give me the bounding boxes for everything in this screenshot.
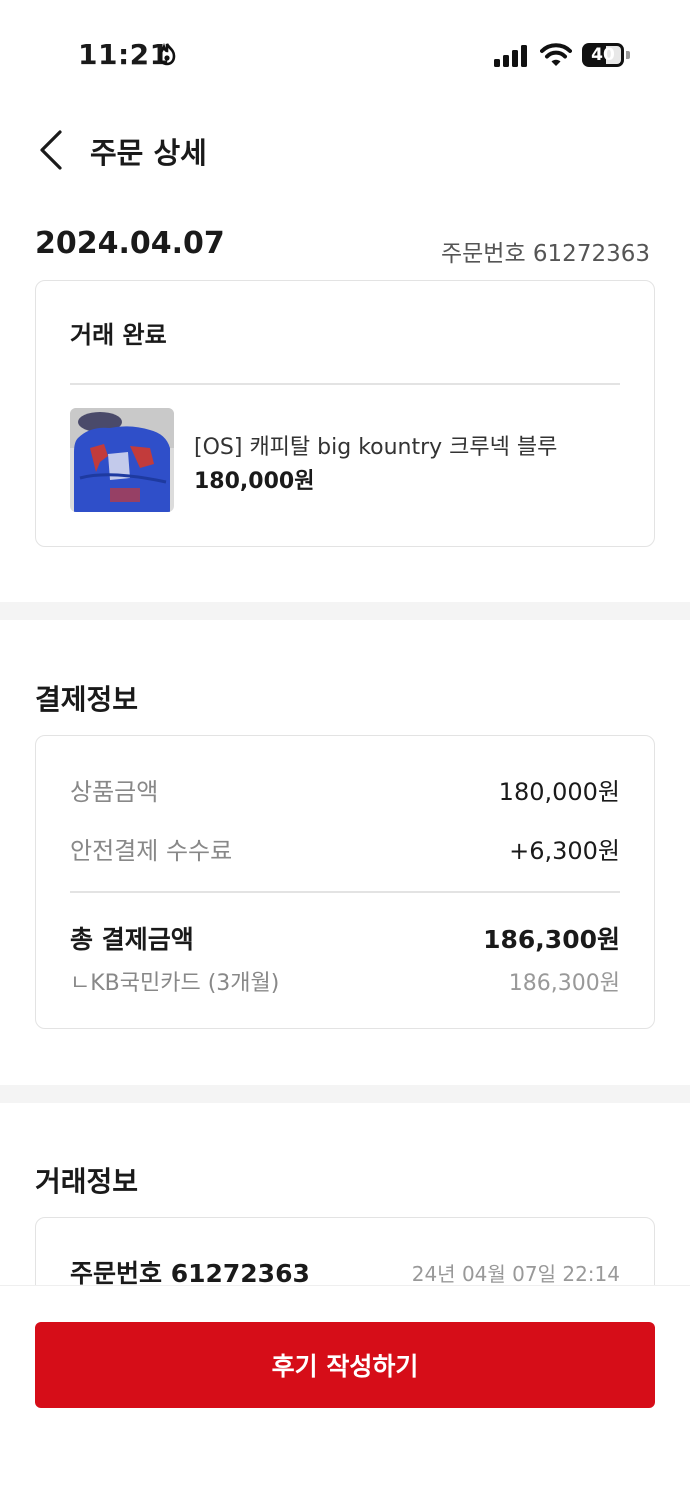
total-row: 총 결제금액 186,300원 xyxy=(70,920,620,956)
bottom-action-bar: 후기 작성하기 xyxy=(0,1285,690,1500)
divider xyxy=(70,383,620,385)
fee-label: 안전결제 수수료 xyxy=(70,837,233,865)
product-image[interactable] xyxy=(70,408,174,512)
order-number: 주문번호 61272363 xyxy=(440,241,650,267)
trade-datetime: 24년 04월 07일 22:14 xyxy=(411,1262,620,1286)
total-value: 186,300원 xyxy=(483,925,620,954)
status-bar: 11:21 40 xyxy=(0,0,690,110)
trade-section-title: 거래정보 xyxy=(35,1165,139,1198)
divider xyxy=(70,891,620,893)
product-amount-label: 상품금액 xyxy=(70,778,159,806)
product-amount-row: 상품금액 180,000원 xyxy=(70,772,620,808)
payment-card: 상품금액 180,000원 안전결제 수수료 +6,300원 총 결제금액 18… xyxy=(35,735,655,1029)
order-status-card: 거래 완료 [OS] 캐피탈 big kountry 크루넥 블루 180,00… xyxy=(35,280,655,547)
fee-value: +6,300원 xyxy=(509,837,620,865)
focus-flame-icon xyxy=(158,42,176,66)
payment-method-row: ㄴKB국민카드 (3개월) 186,300원 xyxy=(70,965,620,1001)
wifi-icon xyxy=(540,43,572,66)
battery-level: 40 xyxy=(591,45,615,65)
battery-icon: 40 xyxy=(582,43,630,67)
page-title: 주문 상세 xyxy=(90,136,207,170)
payment-section-title: 결제정보 xyxy=(35,683,139,716)
product-amount-value: 180,000원 xyxy=(498,778,620,806)
cellular-signal-icon xyxy=(494,45,527,67)
write-review-button[interactable]: 후기 작성하기 xyxy=(35,1322,655,1408)
section-divider xyxy=(0,1085,690,1103)
trade-status: 거래 완료 xyxy=(70,321,167,349)
section-divider xyxy=(0,602,690,620)
payment-method-value: 186,300원 xyxy=(508,971,620,996)
chevron-left-icon[interactable] xyxy=(32,126,72,174)
fee-row: 안전결제 수수료 +6,300원 xyxy=(70,831,620,867)
header: 주문 상세 xyxy=(0,118,690,182)
payment-method-label: ㄴKB국민카드 (3개월) xyxy=(70,971,280,996)
order-date: 2024.04.07 xyxy=(35,226,225,261)
product-price: 180,000원 xyxy=(194,469,315,494)
product-name[interactable]: [OS] 캐피탈 big kountry 크루넥 블루 xyxy=(194,429,557,461)
total-label: 총 결제금액 xyxy=(70,925,194,954)
